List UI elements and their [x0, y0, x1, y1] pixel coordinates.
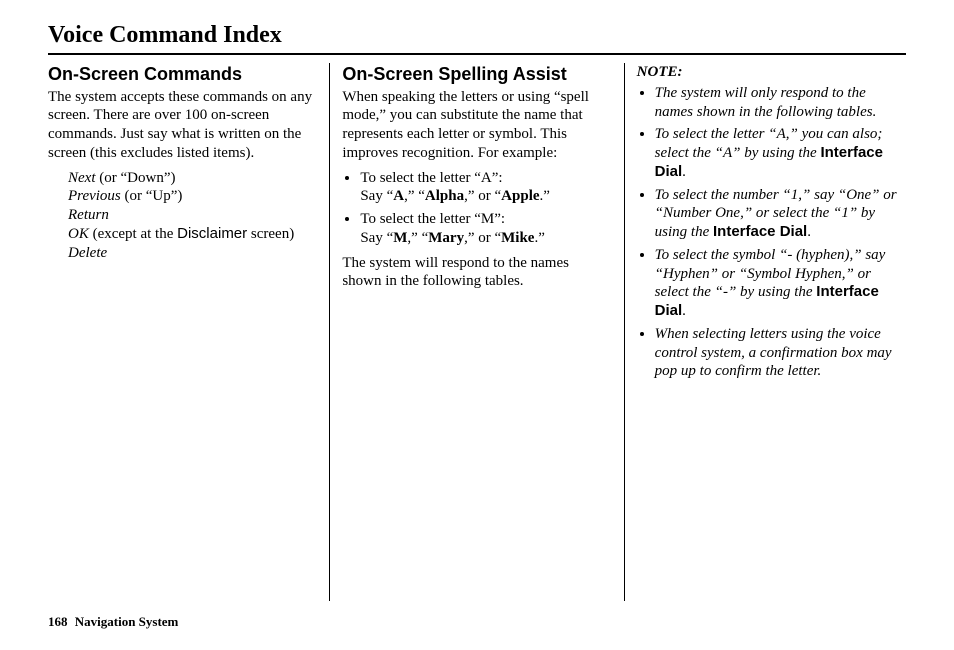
columns: On-Screen Commands The system accepts th…: [48, 63, 906, 601]
note-1: The system will only respond to the name…: [655, 84, 906, 122]
page-title: Voice Command Index: [48, 20, 906, 53]
cmd-previous: Previous (or “Up”): [68, 187, 317, 206]
intro-spelling-assist: When speaking the letters or using “spel…: [342, 88, 611, 163]
cmd-return: Return: [68, 206, 317, 225]
column-left: On-Screen Commands The system accepts th…: [48, 63, 330, 601]
page-number: 168: [48, 614, 68, 629]
footer-label: Navigation System: [75, 614, 179, 629]
cmd-ok: OK (except at the Disclaimer screen): [68, 225, 317, 244]
note-4: To select the symbol “- (hyphen),” say “…: [655, 246, 906, 321]
outro-spelling-assist: The system will respond to the names sho…: [342, 254, 611, 292]
note-2: To select the letter “A,” you can also; …: [655, 125, 906, 181]
note-heading: NOTE:: [637, 63, 906, 82]
note-3: To select the number “1,” say “One” or “…: [655, 186, 906, 242]
example-letter-m: To select the letter “M”: Say “M,” “Mary…: [360, 210, 611, 248]
column-right: NOTE: The system will only respond to th…: [625, 63, 906, 601]
cmd-delete: Delete: [68, 244, 317, 263]
title-rule: [48, 53, 906, 55]
heading-spelling-assist: On-Screen Spelling Assist: [342, 63, 611, 86]
heading-on-screen-commands: On-Screen Commands: [48, 63, 317, 86]
spelling-examples: To select the letter “A”: Say “A,” “Alph…: [342, 169, 611, 248]
example-letter-a: To select the letter “A”: Say “A,” “Alph…: [360, 169, 611, 207]
cmd-next: Next (or “Down”): [68, 169, 317, 188]
command-list: Next (or “Down”) Previous (or “Up”) Retu…: [68, 169, 317, 263]
page: Voice Command Index On-Screen Commands T…: [0, 0, 954, 650]
note-5: When selecting letters using the voice c…: [655, 325, 906, 381]
intro-on-screen-commands: The system accepts these commands on any…: [48, 88, 317, 163]
column-middle: On-Screen Spelling Assist When speaking …: [330, 63, 624, 601]
page-footer: 168 Navigation System: [48, 614, 178, 630]
note-list: The system will only respond to the name…: [637, 84, 906, 381]
